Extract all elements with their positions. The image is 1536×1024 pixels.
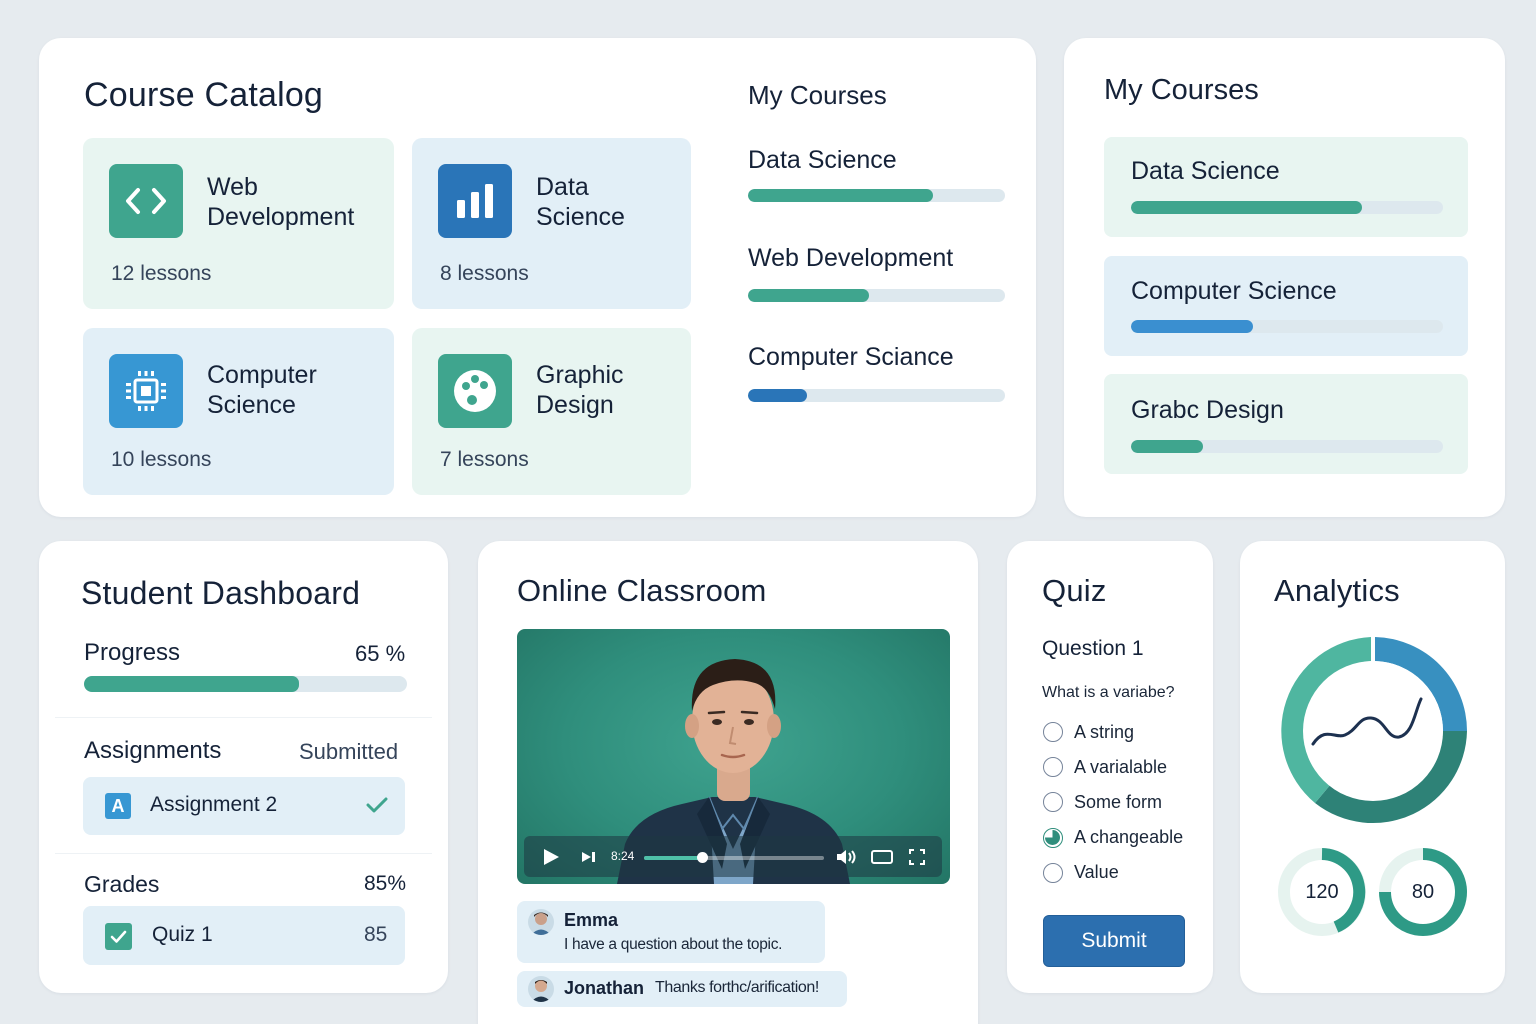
analytics-title: Analytics bbox=[1274, 573, 1400, 608]
assignment-name: Assignment 2 bbox=[150, 793, 278, 816]
course-tile-title: Graphic Design bbox=[536, 361, 624, 419]
code-icon bbox=[109, 164, 183, 238]
quiz-card: Quiz Question 1 What is a variabe? A str… bbox=[1007, 541, 1213, 993]
course-progress-bar bbox=[748, 389, 1005, 402]
chat-message: Jonathan Thanks forthc/arification! bbox=[517, 971, 847, 1007]
quiz-option-radio[interactable] bbox=[1043, 792, 1063, 812]
course-tile-lessons: 8 lessons bbox=[440, 262, 529, 285]
course-tile-title: Data Science bbox=[536, 173, 625, 231]
captions-icon[interactable] bbox=[871, 850, 893, 864]
my-courses-title: My Courses bbox=[1104, 74, 1259, 106]
my-course-label: Computer Science bbox=[1131, 277, 1337, 305]
chat-author: Emma bbox=[564, 910, 619, 930]
my-course-label: Data Science bbox=[1131, 157, 1280, 185]
chat-message: Emma I have a question about the topic. bbox=[517, 901, 825, 963]
stat-value: 80 bbox=[1411, 881, 1435, 903]
course-progress-bar bbox=[748, 189, 1005, 202]
submit-button[interactable]: Submit bbox=[1043, 915, 1185, 967]
progress-value: 65 % bbox=[355, 641, 406, 666]
skip-forward-icon[interactable] bbox=[581, 851, 597, 863]
play-icon[interactable] bbox=[542, 848, 560, 866]
quiz-option-radio[interactable] bbox=[1043, 722, 1063, 742]
video-time: 8:24 bbox=[611, 849, 635, 863]
quiz-grade-row[interactable]: Quiz 1 85 bbox=[83, 906, 405, 965]
grades-label: Grades bbox=[84, 871, 160, 897]
quiz-option-radio[interactable] bbox=[1043, 757, 1063, 777]
assignments-label: Assignments bbox=[84, 737, 222, 764]
course-progress-bar bbox=[748, 289, 1005, 302]
quiz-name: Quiz 1 bbox=[152, 923, 213, 946]
course-tile-lessons: 12 lessons bbox=[111, 262, 212, 285]
palette-icon bbox=[438, 354, 512, 428]
chat-text: Thanks forthc/arification! bbox=[655, 979, 819, 996]
my-course-progress-bar bbox=[1131, 201, 1443, 214]
volume-icon[interactable] bbox=[836, 850, 858, 864]
assignment-badge-icon: A bbox=[105, 793, 131, 819]
course-progress-label: Web Development bbox=[748, 244, 954, 272]
quiz-option-radio[interactable] bbox=[1043, 863, 1063, 883]
my-courses-heading: My Courses bbox=[748, 80, 887, 110]
seek-handle[interactable] bbox=[696, 852, 708, 863]
classroom-title: Online Classroom bbox=[517, 573, 767, 608]
course-tile-graphic-design[interactable]: Graphic Design 7 lessons bbox=[412, 328, 691, 495]
course-tile-title: Web Development bbox=[207, 173, 355, 231]
my-course-progress-bar bbox=[1131, 320, 1443, 333]
my-course-item[interactable]: Grabc Design bbox=[1104, 374, 1468, 474]
divider bbox=[55, 717, 432, 718]
course-catalog-title: Course Catalog bbox=[84, 76, 324, 114]
quiz-option-label: A changeable bbox=[1074, 827, 1184, 847]
course-tile-data-science[interactable]: Data Science 8 lessons bbox=[412, 138, 691, 309]
quiz-option-label: Value bbox=[1074, 862, 1119, 882]
fullscreen-icon[interactable] bbox=[909, 849, 925, 865]
check-icon bbox=[366, 797, 388, 813]
quiz-option-label: Some form bbox=[1074, 792, 1163, 812]
my-course-progress-bar bbox=[1131, 440, 1443, 453]
course-progress-label: Data Science bbox=[748, 146, 897, 174]
quiz-option-label: A varialable bbox=[1074, 757, 1168, 777]
quiz-title: Quiz bbox=[1042, 573, 1107, 608]
quiz-option-radio-selected[interactable] bbox=[1043, 828, 1063, 848]
grades-value: 85% bbox=[364, 872, 407, 895]
avatar-jonathan bbox=[528, 976, 554, 1002]
course-tile-lessons: 10 lessons bbox=[111, 448, 212, 471]
chat-text: I have a question about the topic. bbox=[564, 936, 783, 953]
question-text: What is a variabe? bbox=[1042, 684, 1175, 701]
bar-chart-icon bbox=[438, 164, 512, 238]
chip-icon bbox=[109, 354, 183, 428]
avatar-emma bbox=[528, 909, 554, 935]
video-controls: 8:24 bbox=[524, 836, 942, 877]
course-tile-computer-science[interactable]: Computer Science 10 lessons bbox=[83, 328, 394, 495]
dashboard-title: Student Dashboard bbox=[81, 575, 361, 611]
video-player[interactable]: 8:24 bbox=[517, 629, 950, 884]
stat-gauge-120: 120 bbox=[1278, 848, 1366, 936]
progress-label: Progress bbox=[84, 639, 181, 666]
course-progress-label: Computer Sciance bbox=[748, 343, 954, 371]
course-tile-web-development[interactable]: Web Development 12 lessons bbox=[83, 138, 394, 309]
quiz-option-label: A string bbox=[1074, 722, 1135, 742]
online-classroom-card: Online Classroom 8:24 Emma I have a ques… bbox=[478, 541, 978, 1024]
divider bbox=[55, 853, 432, 854]
course-tile-lessons: 7 lessons bbox=[440, 448, 529, 471]
assignments-status: Submitted bbox=[299, 739, 399, 764]
course-catalog-card: Course Catalog Web Development 12 lesson… bbox=[39, 38, 1036, 517]
my-course-item[interactable]: Computer Science bbox=[1104, 256, 1468, 356]
chat-author: Jonathan bbox=[564, 978, 645, 998]
my-course-label: Grabc Design bbox=[1131, 396, 1284, 424]
analytics-card: Analytics 120 80 bbox=[1240, 541, 1505, 993]
my-courses-card: My Courses Data Science Computer Science… bbox=[1064, 38, 1505, 517]
video-seek-bar[interactable] bbox=[644, 852, 824, 863]
course-tile-title: Computer Science bbox=[207, 361, 317, 419]
checkbox-checked-icon bbox=[105, 923, 132, 950]
stat-gauge-80: 80 bbox=[1379, 848, 1467, 936]
stat-value: 120 bbox=[1305, 881, 1339, 903]
question-label: Question 1 bbox=[1042, 637, 1144, 660]
my-course-item[interactable]: Data Science bbox=[1104, 137, 1468, 237]
analytics-donut-chart bbox=[1281, 637, 1467, 824]
quiz-score: 85 bbox=[364, 923, 388, 946]
assignment-row[interactable]: A Assignment 2 bbox=[83, 777, 405, 835]
student-dashboard-card: Student Dashboard Progress 65 % Assignme… bbox=[39, 541, 448, 993]
overall-progress-bar bbox=[84, 676, 407, 692]
